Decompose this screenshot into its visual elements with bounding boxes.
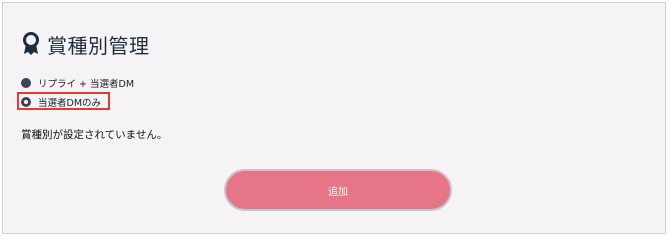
award-type-panel: 賞種別管理 リプライ + 当選者DM 当選者DMのみ 賞種別が設定されていません… xyxy=(2,2,666,234)
empty-message: 賞種別が設定されていません。 xyxy=(21,129,168,141)
award-ribbon-icon xyxy=(21,32,41,56)
option-label: 当選者DMのみ xyxy=(38,98,102,109)
page-header: 賞種別管理 xyxy=(21,31,150,58)
add-button[interactable]: 追加 xyxy=(224,169,452,211)
radio-button-selected[interactable] xyxy=(21,97,31,107)
radio-button[interactable] xyxy=(21,78,31,88)
option-label: リプライ + 当選者DM xyxy=(38,79,135,90)
option-dm-only[interactable]: 当選者DMのみ xyxy=(21,95,101,109)
option-reply-and-dm[interactable]: リプライ + 当選者DM xyxy=(21,76,134,90)
page-title: 賞種別管理 xyxy=(47,33,150,58)
